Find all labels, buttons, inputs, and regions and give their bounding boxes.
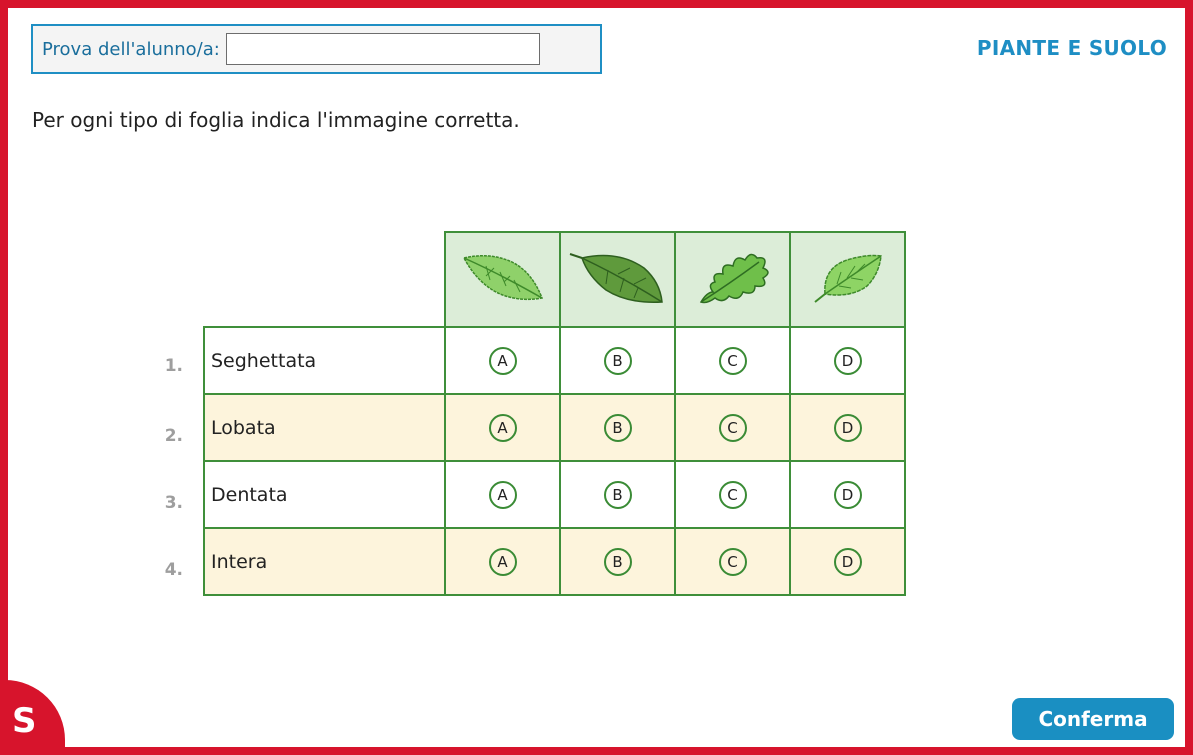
option-cell: B [559, 393, 676, 462]
leaf-header-c [674, 231, 791, 328]
confirm-button[interactable]: Conferma [1012, 698, 1174, 740]
row-label: Intera [203, 527, 446, 596]
leaf-matrix: Seghettata A B C D Lobata A B C D Dentat… [203, 231, 906, 596]
leaf-header-a [444, 231, 561, 328]
row-label: Seghettata [203, 326, 446, 395]
option-cell: A [444, 527, 561, 596]
option-cell: D [789, 393, 906, 462]
student-name-input[interactable] [225, 33, 540, 65]
option-c-radio[interactable]: C [718, 480, 747, 509]
option-b-radio[interactable]: B [603, 547, 632, 576]
option-b-radio[interactable]: B [603, 480, 632, 509]
option-cell: D [789, 527, 906, 596]
option-d-radio[interactable]: D [833, 413, 862, 442]
option-a-radio[interactable]: A [488, 413, 517, 442]
option-cell: C [674, 393, 791, 462]
option-c-radio[interactable]: C [718, 547, 747, 576]
table-row: Seghettata A B C D [203, 326, 906, 395]
option-b-radio[interactable]: B [603, 413, 632, 442]
corner-blank [204, 232, 445, 327]
topic-title: PIANTE E SUOLO [976, 36, 1167, 60]
option-d-radio[interactable]: D [833, 480, 862, 509]
row-number: 3. [164, 493, 183, 513]
leaf-header-d [789, 231, 906, 328]
option-c-radio[interactable]: C [718, 413, 747, 442]
option-c-radio[interactable]: C [718, 346, 747, 375]
option-cell: C [674, 460, 791, 529]
row-number: 2. [164, 426, 183, 446]
option-a-radio[interactable]: A [488, 547, 517, 576]
leaf-header-b [559, 231, 676, 328]
serrated-leaf-icon [462, 254, 543, 300]
table-row: Intera A B C D [203, 527, 906, 596]
option-cell: A [444, 460, 561, 529]
option-d-radio[interactable]: D [833, 346, 862, 375]
instruction-text: Per ogni tipo di foglia indica l'immagin… [32, 108, 520, 132]
student-name-box: Prova dell'alunno/a: [31, 24, 602, 74]
logo-letter: S [12, 700, 37, 741]
row-number: 4. [164, 560, 183, 580]
option-cell: C [674, 527, 791, 596]
row-label: Lobata [203, 393, 446, 462]
option-cell: D [789, 460, 906, 529]
option-a-radio[interactable]: A [488, 346, 517, 375]
option-a-radio[interactable]: A [488, 480, 517, 509]
row-label: Dentata [203, 460, 446, 529]
option-b-radio[interactable]: B [603, 346, 632, 375]
lobed-oak-leaf-icon [699, 253, 769, 303]
option-cell: D [789, 326, 906, 395]
student-label: Prova dell'alunno/a: [42, 38, 220, 60]
table-row: Dentata A B C D [203, 460, 906, 529]
option-cell: A [444, 326, 561, 395]
option-cell: A [444, 393, 561, 462]
table-row: Lobata A B C D [203, 393, 906, 462]
option-cell: B [559, 527, 676, 596]
option-d-radio[interactable]: D [833, 547, 862, 576]
option-cell: C [674, 326, 791, 395]
app-frame: Prova dell'alunno/a: PIANTE E SUOLO Per … [0, 0, 1193, 755]
smooth-dark-leaf-icon [569, 252, 663, 303]
toothed-leaf-icon [813, 254, 882, 303]
option-cell: B [559, 326, 676, 395]
option-cell: B [559, 460, 676, 529]
row-number: 1. [164, 356, 183, 376]
